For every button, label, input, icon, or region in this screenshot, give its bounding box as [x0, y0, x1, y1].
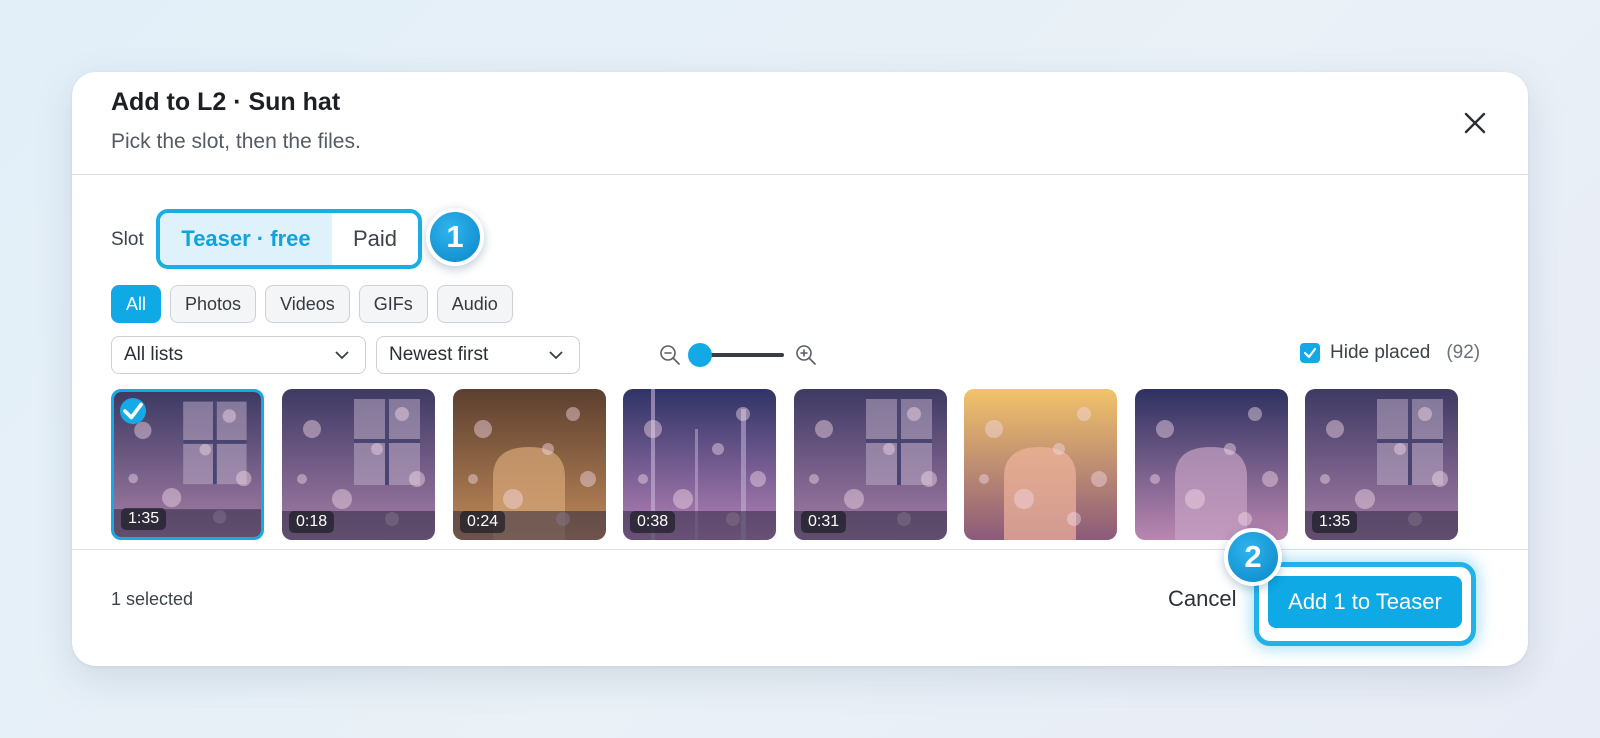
hide-placed-checkbox[interactable] [1300, 343, 1320, 363]
slot-label: Slot [111, 229, 144, 250]
slot-segmented-control: Teaser · free Paid [156, 209, 422, 269]
media-thumbnail[interactable]: 1:35 [1305, 389, 1458, 540]
zoom-slider-handle[interactable] [688, 343, 712, 367]
media-duration: 0:18 [289, 511, 335, 533]
zoom-in-icon[interactable] [795, 344, 817, 366]
footer-divider [72, 549, 1528, 550]
zoom-out-icon[interactable] [659, 344, 681, 366]
media-duration: 1:35 [1312, 511, 1358, 533]
add-media-dialog: Add to L2 · Sun hat Pick the slot, then … [72, 72, 1528, 666]
selection-count: 1 selected [111, 589, 194, 609]
media-thumbnail[interactable]: 1:35 [111, 389, 264, 540]
list-select[interactable]: All lists [111, 336, 366, 374]
cancel-button[interactable]: Cancel [1168, 586, 1236, 612]
step-2-badge: 2 [1224, 528, 1282, 586]
sort-select[interactable]: Newest first [376, 336, 580, 374]
step-1-badge: 1 [426, 208, 484, 266]
media-thumbnail[interactable]: 0:31 [794, 389, 947, 540]
close-icon[interactable] [1462, 110, 1488, 136]
media-duration: 1:35 [121, 508, 167, 530]
media-type-filters: All Photos Videos GIFs Audio [111, 285, 513, 323]
filter-chip-videos[interactable]: Videos [265, 285, 350, 323]
list-select-value: All lists [124, 344, 184, 365]
zoom-slider[interactable] [688, 343, 784, 367]
selected-check-icon [120, 398, 146, 424]
chevron-down-icon [549, 351, 563, 360]
media-thumbnail[interactable] [964, 389, 1117, 540]
media-thumbnail[interactable]: 0:24 [453, 389, 606, 540]
filter-chip-photos[interactable]: Photos [170, 285, 257, 323]
media-duration: 0:31 [801, 511, 847, 533]
media-thumbnail[interactable] [1135, 389, 1288, 540]
slot-option-teaser[interactable]: Teaser · free [160, 213, 332, 265]
media-duration: 0:24 [460, 511, 506, 533]
media-duration: 0:38 [630, 511, 676, 533]
media-thumbnail[interactable]: 0:38 [623, 389, 776, 540]
hide-placed-count: (92) [1446, 342, 1481, 363]
hide-placed-label: Hide placed [1330, 342, 1431, 363]
filter-chip-gifs[interactable]: GIFs [358, 285, 428, 323]
filter-chip-audio[interactable]: Audio [436, 285, 513, 323]
dialog-subtitle: Pick the slot, then the files. [111, 130, 361, 153]
dialog-header: Add to L2 · Sun hat Pick the slot, then … [72, 72, 1528, 175]
media-preview-image [964, 389, 1117, 540]
sort-select-value: Newest first [389, 344, 489, 365]
media-thumbnail[interactable]: 0:18 [282, 389, 435, 540]
check-icon [1303, 347, 1317, 359]
chevron-down-icon [335, 351, 349, 360]
slot-option-paid[interactable]: Paid [332, 213, 418, 265]
media-preview-image [1135, 389, 1288, 540]
hide-placed-toggle[interactable]: Hide placed (92) [1300, 342, 1480, 364]
filter-chip-all[interactable]: All [111, 285, 162, 323]
dialog-title: Add to L2 · Sun hat [111, 88, 341, 116]
add-to-teaser-button[interactable]: Add 1 to Teaser [1268, 576, 1462, 628]
